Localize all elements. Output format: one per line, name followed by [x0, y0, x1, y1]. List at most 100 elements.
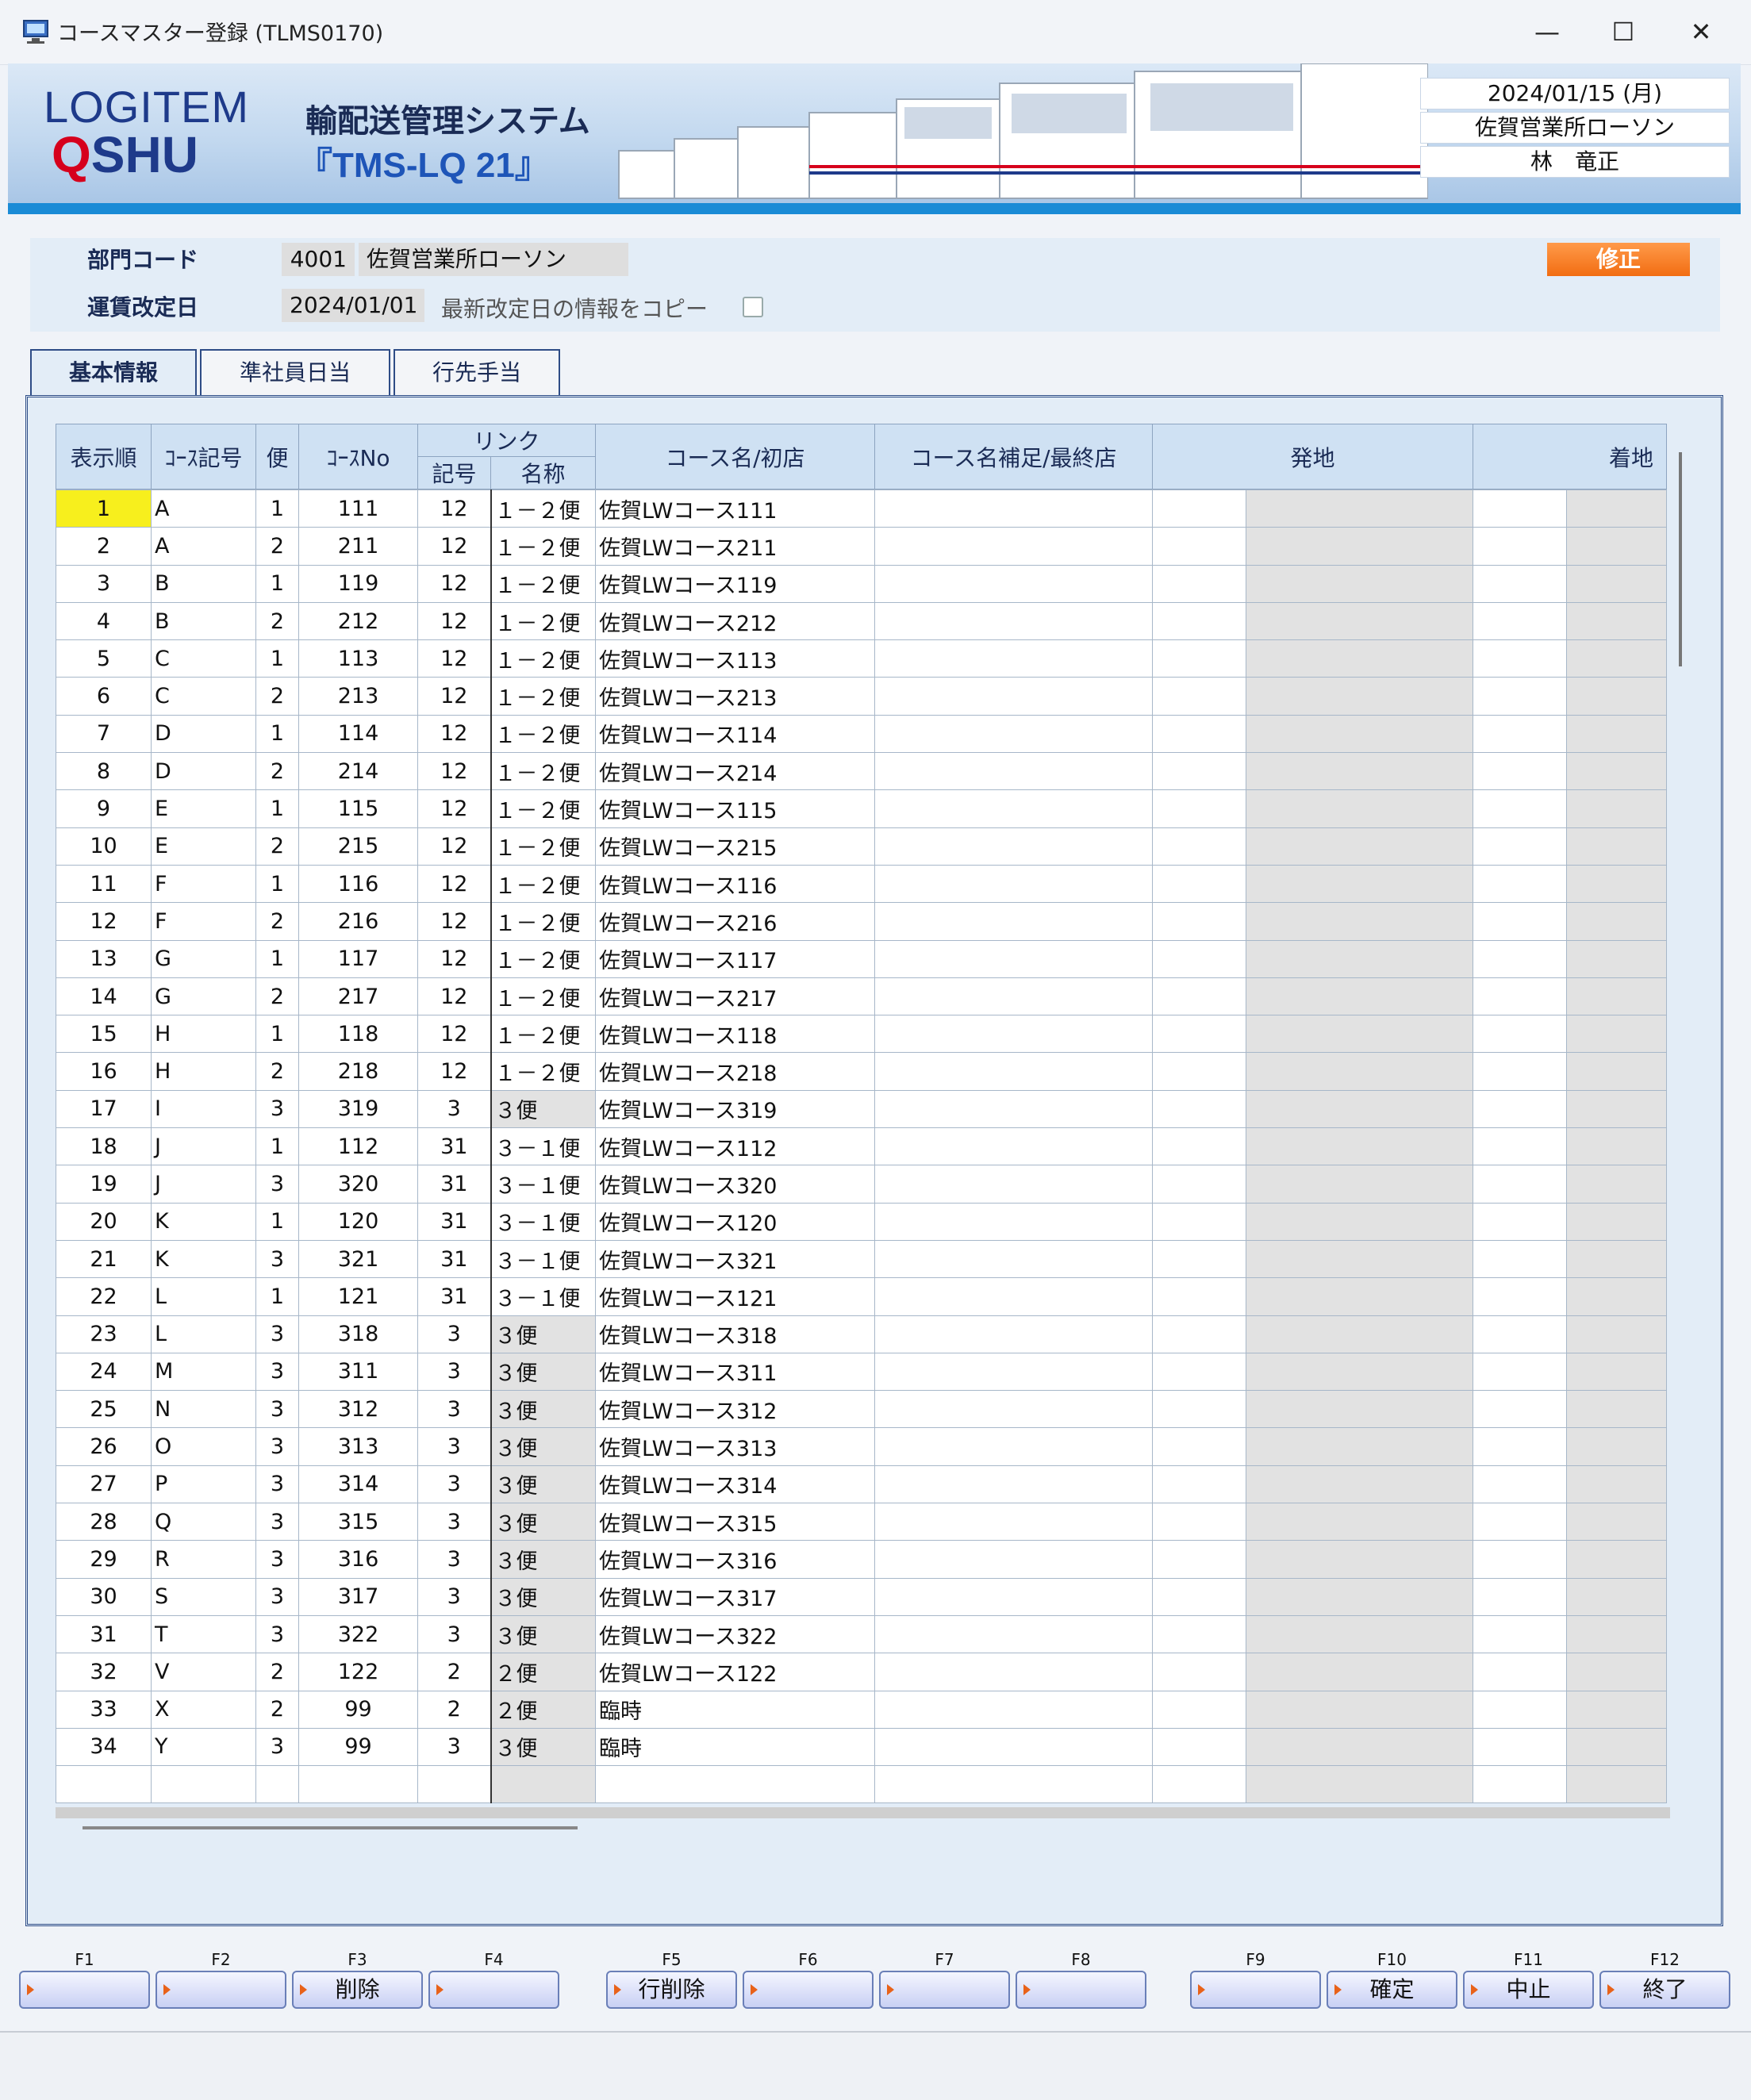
- cell-course-no[interactable]: 213: [298, 677, 418, 716]
- table-row[interactable]: 4 B 2 212 12 １－２便 佐賀LWコース212: [56, 601, 1667, 641]
- cell-origin-name[interactable]: [1246, 789, 1473, 828]
- cell-course-name[interactable]: 佐賀LWコース316: [595, 1540, 875, 1579]
- cell-link-code[interactable]: 12: [417, 977, 492, 1016]
- cell-origin-name[interactable]: [1246, 601, 1473, 641]
- cell-trip[interactable]: 2: [255, 527, 299, 566]
- cell-course-note[interactable]: [874, 714, 1153, 754]
- table-row[interactable]: 8 D 2 214 12 １－２便 佐賀LWコース214: [56, 752, 1667, 791]
- cell-origin-name[interactable]: [1246, 939, 1473, 978]
- cell-link-name[interactable]: ３便: [490, 1427, 596, 1466]
- cell-dest-name[interactable]: [1566, 789, 1667, 828]
- table-row[interactable]: 27 P 3 314 3 ３便 佐賀LWコース314: [56, 1465, 1667, 1504]
- cell-course-code[interactable]: X: [151, 1690, 256, 1729]
- cell-dest-code[interactable]: [1473, 902, 1567, 941]
- cell-order[interactable]: 14: [56, 977, 152, 1016]
- table-row[interactable]: 7 D 1 114 12 １－２便 佐賀LWコース114: [56, 714, 1667, 754]
- cell-course-code[interactable]: E: [151, 789, 256, 828]
- fkey-button-f11[interactable]: 中止: [1463, 1971, 1594, 2009]
- cell-trip[interactable]: 3: [255, 1540, 299, 1579]
- cell-dest-name[interactable]: [1566, 977, 1667, 1016]
- cell-course-note[interactable]: [874, 639, 1153, 678]
- cell-link-code[interactable]: 3: [417, 1427, 492, 1466]
- cell-origin-code[interactable]: [1152, 1089, 1246, 1129]
- cell-course-name[interactable]: 佐賀LWコース214: [595, 752, 875, 791]
- cell-origin-code[interactable]: [1152, 827, 1246, 866]
- cell-dest-name[interactable]: [1566, 1690, 1667, 1729]
- cell-course-note[interactable]: [874, 527, 1153, 566]
- cell-trip[interactable]: 1: [255, 639, 299, 678]
- cell-link-name[interactable]: ３－１便: [490, 1239, 596, 1279]
- cell-course-note[interactable]: [874, 1089, 1153, 1129]
- cell-link-name[interactable]: ３便: [490, 1577, 596, 1616]
- cell-trip[interactable]: 1: [255, 714, 299, 754]
- cell-dest-name[interactable]: [1566, 1202, 1667, 1241]
- cell-dest-code[interactable]: [1473, 939, 1567, 978]
- cell-trip[interactable]: 3: [255, 1614, 299, 1654]
- cell-course-note[interactable]: [874, 1052, 1153, 1091]
- cell-course-code[interactable]: O: [151, 1427, 256, 1466]
- cell-course-no[interactable]: 322: [298, 1614, 418, 1654]
- cell-course-no[interactable]: 317: [298, 1577, 418, 1616]
- cell-course-name[interactable]: 佐賀LWコース317: [595, 1577, 875, 1616]
- cell-course-name[interactable]: 佐賀LWコース319: [595, 1089, 875, 1129]
- cell-course-note[interactable]: [874, 864, 1153, 904]
- cell-course-no[interactable]: 211: [298, 527, 418, 566]
- cell-course-note[interactable]: [874, 939, 1153, 978]
- cell-order[interactable]: 16: [56, 1052, 152, 1091]
- cell-course-code[interactable]: G: [151, 977, 256, 1016]
- table-row[interactable]: 30 S 3 317 3 ３便 佐賀LWコース317: [56, 1577, 1667, 1616]
- cell-trip[interactable]: 2: [255, 1653, 299, 1691]
- cell-origin-code[interactable]: [1152, 1127, 1246, 1166]
- cell-course-name[interactable]: 佐賀LWコース216: [595, 902, 875, 941]
- table-row[interactable]: 9 E 1 115 12 １－２便 佐賀LWコース115: [56, 789, 1667, 828]
- cell-course-code[interactable]: A: [151, 489, 256, 528]
- cell-course-name[interactable]: 佐賀LWコース115: [595, 789, 875, 828]
- cell-dest-name[interactable]: [1566, 1089, 1667, 1129]
- cell-course-code[interactable]: D: [151, 752, 256, 791]
- cell-course-note[interactable]: [874, 601, 1153, 641]
- cell-dest-name[interactable]: [1566, 527, 1667, 566]
- cell-link-code[interactable]: 31: [417, 1165, 492, 1204]
- col-link-name[interactable]: 名称: [490, 456, 597, 489]
- cell-order[interactable]: 6: [56, 677, 152, 716]
- cell-course-code[interactable]: T: [151, 1614, 256, 1654]
- cell-dest-code[interactable]: [1473, 1165, 1567, 1204]
- cell-course-note[interactable]: [874, 789, 1153, 828]
- table-row[interactable]: 28 Q 3 315 3 ３便 佐賀LWコース315: [56, 1503, 1667, 1541]
- cell-link-name[interactable]: １－２便: [490, 639, 596, 678]
- cell-link-name[interactable]: １－２便: [490, 489, 596, 528]
- cell-order[interactable]: 26: [56, 1427, 152, 1466]
- cell-origin-code[interactable]: [1152, 527, 1246, 566]
- cell-link-code[interactable]: 3: [417, 1089, 492, 1129]
- cell-origin-code[interactable]: [1152, 1239, 1246, 1279]
- cell-origin-code[interactable]: [1152, 714, 1246, 754]
- cell-link-name[interactable]: ３－１便: [490, 1127, 596, 1166]
- table-row[interactable]: 17 I 3 319 3 ３便 佐賀LWコース319: [56, 1089, 1667, 1129]
- cell-origin-code[interactable]: [1152, 1727, 1246, 1767]
- cell-course-note[interactable]: [874, 1390, 1153, 1429]
- cell-dest-code[interactable]: [1473, 527, 1567, 566]
- cell-order[interactable]: 13: [56, 939, 152, 978]
- cell-order[interactable]: 32: [56, 1653, 152, 1691]
- cell-dest-code[interactable]: [1473, 1390, 1567, 1429]
- cell-link-code[interactable]: 3: [417, 1352, 492, 1392]
- cell-course-no[interactable]: 315: [298, 1503, 418, 1541]
- cell-link-code[interactable]: 2: [417, 1653, 492, 1691]
- cell-link-code[interactable]: 12: [417, 789, 492, 828]
- cell-course-no[interactable]: 214: [298, 752, 418, 791]
- cell-origin-code[interactable]: [1152, 677, 1246, 716]
- table-row[interactable]: 12 F 2 216 12 １－２便 佐賀LWコース216: [56, 902, 1667, 941]
- cell-dest-name[interactable]: [1566, 1052, 1667, 1091]
- cell-order[interactable]: 10: [56, 827, 152, 866]
- cell-dest-name[interactable]: [1566, 1727, 1667, 1767]
- cell-link-code[interactable]: 12: [417, 601, 492, 641]
- cell-link-code[interactable]: 12: [417, 752, 492, 791]
- cell-dest-code[interactable]: [1473, 1315, 1567, 1353]
- cell-course-name[interactable]: 佐賀LWコース111: [595, 489, 875, 528]
- cell-origin-code[interactable]: [1152, 1277, 1246, 1316]
- cell-origin-name[interactable]: [1246, 1239, 1473, 1279]
- cell-course-note[interactable]: [874, 1315, 1153, 1353]
- cell-origin-code[interactable]: [1152, 864, 1246, 904]
- cell-link-name[interactable]: １－２便: [490, 714, 596, 754]
- cell-order[interactable]: 27: [56, 1465, 152, 1504]
